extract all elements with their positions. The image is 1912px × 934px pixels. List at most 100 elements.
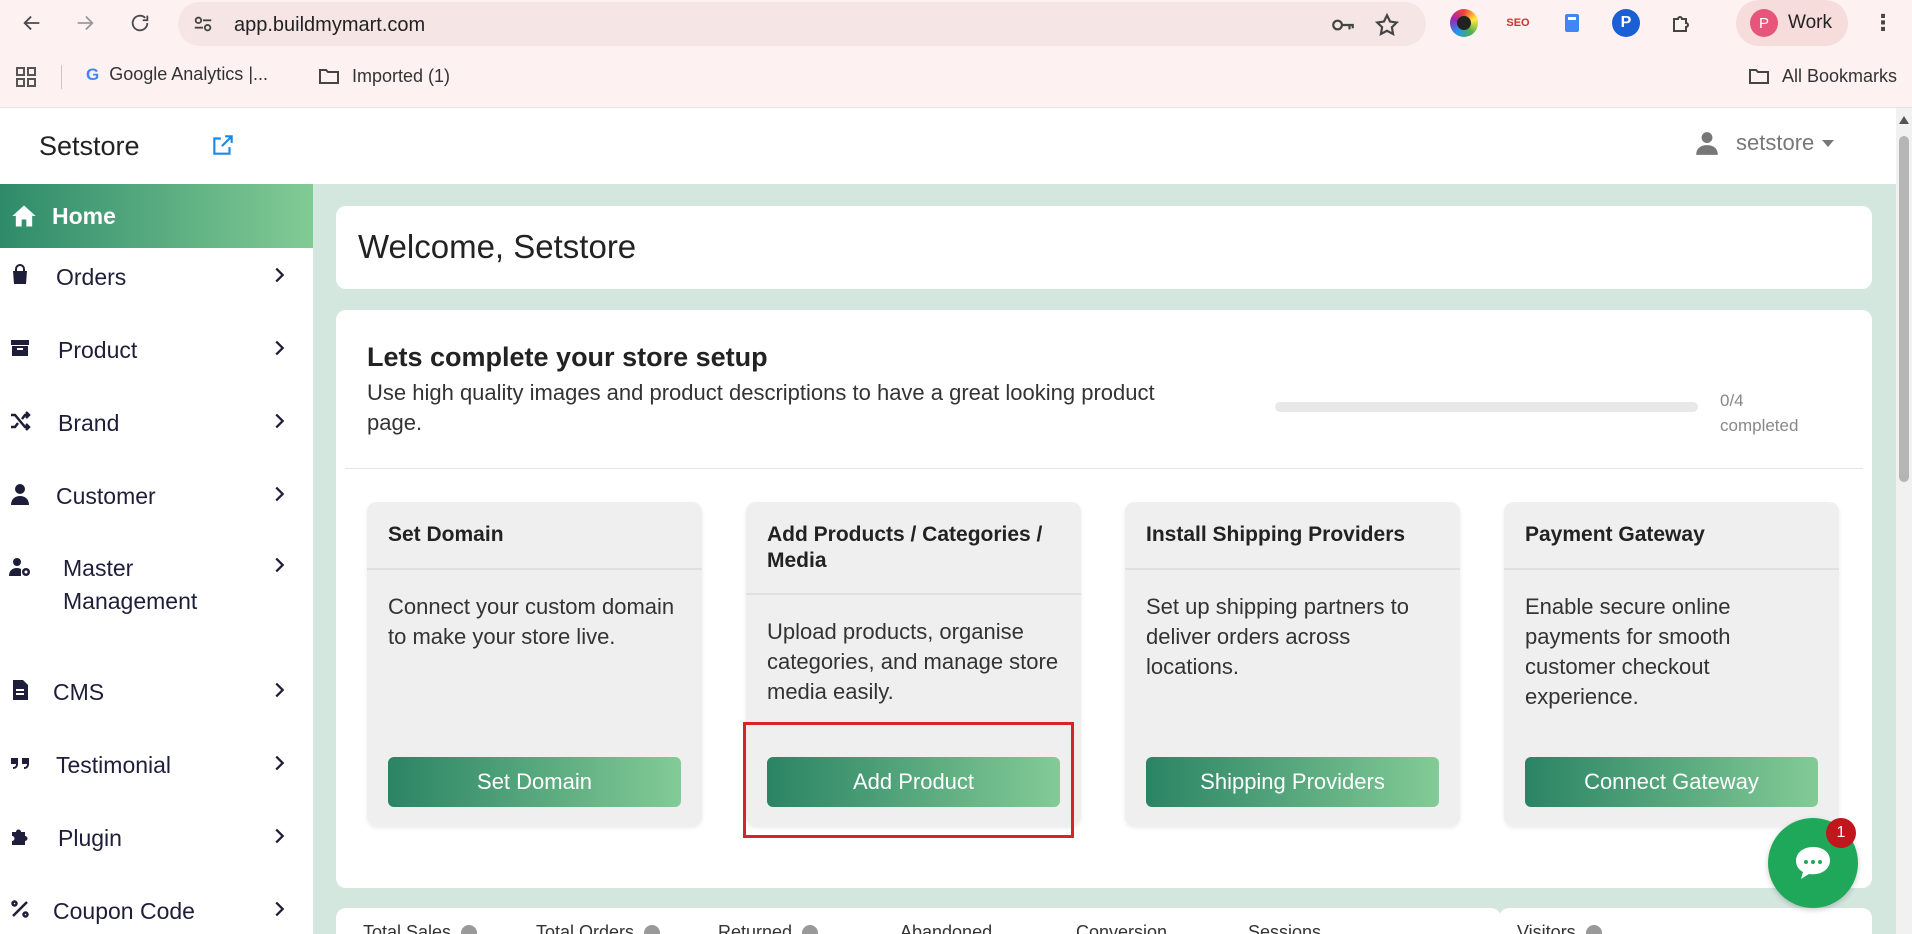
- shuffle-icon: [11, 411, 31, 431]
- page-title: Welcome, Setstore: [358, 228, 637, 265]
- user-menu[interactable]: setstore: [1694, 130, 1835, 156]
- info-icon[interactable]: [644, 924, 661, 934]
- main-content: Welcome, Setstore Lets complete your sto…: [313, 184, 1896, 934]
- back-icon[interactable]: [17, 8, 47, 38]
- task-description: Set up shipping partners to deliver orde…: [1146, 594, 1409, 679]
- sidebar-item-label: CMS: [53, 679, 105, 705]
- external-link-icon[interactable]: [210, 132, 236, 158]
- color-picker-icon[interactable]: [1450, 9, 1478, 37]
- apps-grid-icon[interactable]: [14, 65, 38, 89]
- username: setstore: [1736, 130, 1815, 155]
- task-divider: [1504, 568, 1839, 570]
- sidebar-item-label: Home: [52, 202, 116, 229]
- task-description: Connect your custom domain to make your …: [388, 594, 675, 649]
- shipping-providers-button[interactable]: Shipping Providers: [1146, 757, 1439, 807]
- chevron-right-icon: [275, 486, 285, 502]
- folder-icon: [1749, 69, 1769, 84]
- task-divider: [1125, 568, 1460, 570]
- bookmarks-bar: G Google Analytics |... Imported (1) All…: [0, 56, 1912, 96]
- sidebar-item-label: Product: [58, 337, 138, 363]
- site-info-icon[interactable]: [192, 13, 214, 35]
- user-icon: [1696, 132, 1718, 155]
- bookmark-label: Google Analytics |...: [109, 64, 268, 84]
- connect-gateway-button[interactable]: Connect Gateway: [1525, 757, 1818, 807]
- progress-label: completed: [1720, 416, 1799, 435]
- all-bookmarks-label: All Bookmarks: [1782, 65, 1898, 86]
- chevron-right-icon: [275, 901, 285, 917]
- shopping-bag-icon: [13, 264, 27, 284]
- puzzle-piece-icon: [12, 829, 28, 845]
- percent-icon: [11, 900, 29, 918]
- bookmark-google-analytics[interactable]: G Google Analytics |...: [86, 64, 268, 85]
- chevron-right-icon: [275, 682, 285, 698]
- reload-icon[interactable]: [125, 8, 155, 38]
- chevron-right-icon: [275, 340, 285, 356]
- url-text[interactable]: app.buildmymart.com: [234, 14, 425, 37]
- forward-icon[interactable]: [70, 8, 100, 38]
- info-icon[interactable]: [802, 924, 819, 934]
- sidebar-item-label: Master Management: [63, 555, 198, 614]
- task-title: Payment Gateway: [1525, 523, 1705, 546]
- stat-label: Returned: [718, 922, 793, 934]
- stat-conversion: Conversion: [1076, 922, 1167, 934]
- task-description: Enable secure online payments for smooth…: [1525, 594, 1731, 709]
- info-icon[interactable]: [1585, 924, 1602, 934]
- scrollbar-thumb[interactable]: [1899, 136, 1909, 482]
- sales-stats-card: Total Sales Total Orders Returned Abando…: [336, 908, 1501, 934]
- caret-down-icon: [1822, 139, 1835, 147]
- sidebar-item-home[interactable]: Home: [0, 184, 313, 248]
- info-icon[interactable]: [461, 924, 478, 934]
- profile-button[interactable]: P Work: [1736, 0, 1848, 46]
- p-extension-icon[interactable]: P: [1612, 9, 1640, 37]
- quote-icon: [11, 758, 29, 769]
- browser-menu-icon[interactable]: ⋮: [1870, 10, 1896, 36]
- welcome-card: Welcome, Setstore: [336, 206, 1872, 289]
- sidebar-item-label: Customer: [56, 483, 156, 509]
- task-card-payment-gateway: Payment Gateway Enable secure online pay…: [1504, 502, 1839, 826]
- sidebar-item-label: Coupon Code: [53, 898, 195, 924]
- bookmark-imported-folder[interactable]: Imported (1): [316, 64, 450, 88]
- task-card-shipping: Install Shipping Providers Set up shippi…: [1125, 502, 1460, 826]
- chat-notification-badge: 1: [1826, 818, 1856, 848]
- all-bookmarks-button[interactable]: All Bookmarks: [1746, 64, 1897, 88]
- visitors-card: Visitors: [1499, 908, 1872, 934]
- stat-returned: Returned: [718, 922, 819, 934]
- seo-label: SEO: [1506, 17, 1530, 29]
- chevron-right-icon: [275, 828, 285, 844]
- chevron-right-icon: [275, 557, 285, 573]
- stat-total-sales: Total Sales: [363, 922, 478, 934]
- stat-abandoned: Abandoned: [900, 922, 992, 934]
- setup-description: Use high quality images and product desc…: [367, 380, 1155, 435]
- scroll-up-arrow-icon[interactable]: [1899, 116, 1909, 124]
- sidebar: Home Orders Product Brand Customer Maste…: [0, 184, 313, 934]
- stat-label: Sessions: [1248, 922, 1322, 934]
- stat-total-orders: Total Orders: [536, 922, 661, 934]
- task-title: Install Shipping Providers: [1146, 523, 1406, 546]
- puzzle-icon[interactable]: [1668, 9, 1696, 37]
- stat-label: Total Sales: [363, 922, 452, 934]
- document-icon: [13, 680, 28, 700]
- task-title: Set Domain: [388, 523, 504, 546]
- chevron-right-icon: [275, 413, 285, 429]
- setup-divider: [345, 468, 1863, 469]
- stat-visitors: Visitors: [1517, 922, 1602, 934]
- task-divider: [746, 593, 1081, 595]
- task-title: Add Products / Categories / Media: [767, 523, 1043, 572]
- address-bar[interactable]: app.buildmymart.com: [178, 2, 1426, 46]
- set-domain-button[interactable]: Set Domain: [388, 757, 681, 807]
- stat-label: Visitors: [1517, 922, 1576, 934]
- bookmark-star-icon[interactable]: [1374, 12, 1400, 38]
- page-scrollbar[interactable]: [1896, 108, 1912, 934]
- stat-label: Conversion: [1076, 922, 1168, 934]
- clipboard-icon[interactable]: [1558, 9, 1586, 37]
- p-extension-label: P: [1620, 14, 1632, 31]
- store-name: Setstore: [39, 131, 140, 161]
- setup-title: Lets complete your store setup: [367, 342, 768, 372]
- seo-icon[interactable]: SEO: [1504, 9, 1532, 37]
- stat-sessions: Sessions: [1248, 922, 1321, 934]
- password-key-icon[interactable]: [1330, 12, 1356, 38]
- browser-toolbar: app.buildmymart.com SEO P P Work ⋮ G Goo…: [0, 0, 1912, 108]
- archive-box-icon: [11, 340, 29, 356]
- sidebar-item-label: Testimonial: [56, 752, 172, 778]
- highlight-box: [743, 722, 1074, 838]
